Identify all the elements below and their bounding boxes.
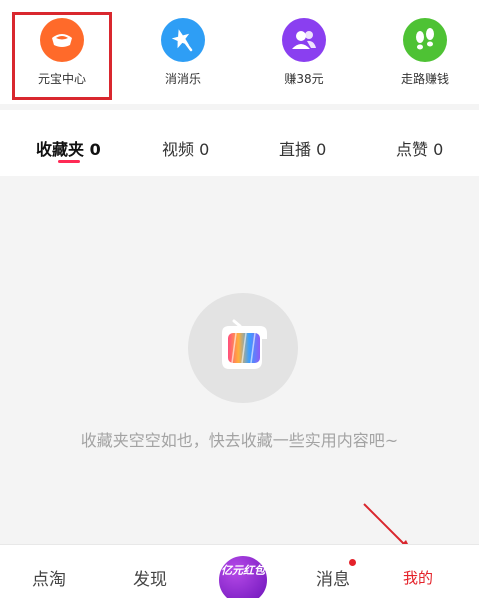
users-icon: [282, 18, 326, 62]
nav-item-discover[interactable]: 发现: [133, 565, 167, 590]
quick-item-walk-earn[interactable]: 走路赚钱: [380, 18, 470, 87]
nav-item-diantao[interactable]: 点淘: [32, 565, 66, 590]
active-tab-indicator: [58, 160, 80, 163]
quick-item-match-game[interactable]: 消消乐: [138, 18, 228, 87]
quick-actions-row: 元宝中心 消消乐 赚38元 走路赚钱: [0, 0, 479, 104]
annotation-highlight-box: [12, 12, 112, 100]
nav-item-me[interactable]: 我的: [403, 567, 433, 588]
quick-item-label: 走路赚钱: [400, 72, 449, 86]
quick-item-label: 消消乐: [164, 72, 201, 86]
red-packet-center-button[interactable]: 亿元红包: [216, 553, 270, 598]
star-wand-icon: [161, 18, 205, 62]
quick-item-earn-38[interactable]: 赚38元: [259, 18, 349, 87]
empty-state-message: 收藏夹空空如也，快去收藏一些实用内容吧~: [80, 431, 399, 450]
center-button-text: 亿元红包: [221, 564, 265, 577]
bottom-navigation: 点淘 发现 亿元红包 消息 我的: [0, 544, 479, 598]
messages-badge-dot: [349, 559, 356, 566]
tab-videos[interactable]: 视频 0: [162, 136, 209, 160]
empty-state: 收藏夹空空如也，快去收藏一些实用内容吧~: [0, 176, 479, 544]
tab-live[interactable]: 直播 0: [279, 136, 326, 160]
footprints-icon: [403, 18, 447, 62]
tab-favorites[interactable]: 收藏夹 0: [36, 136, 101, 160]
nav-item-messages[interactable]: 消息: [316, 565, 350, 590]
collection-tabs: 收藏夹 0 视频 0 直播 0 点赞 0: [0, 110, 479, 176]
tab-likes[interactable]: 点赞 0: [396, 136, 443, 160]
tv-logo-icon: [188, 293, 298, 403]
quick-item-label: 赚38元: [284, 72, 324, 86]
